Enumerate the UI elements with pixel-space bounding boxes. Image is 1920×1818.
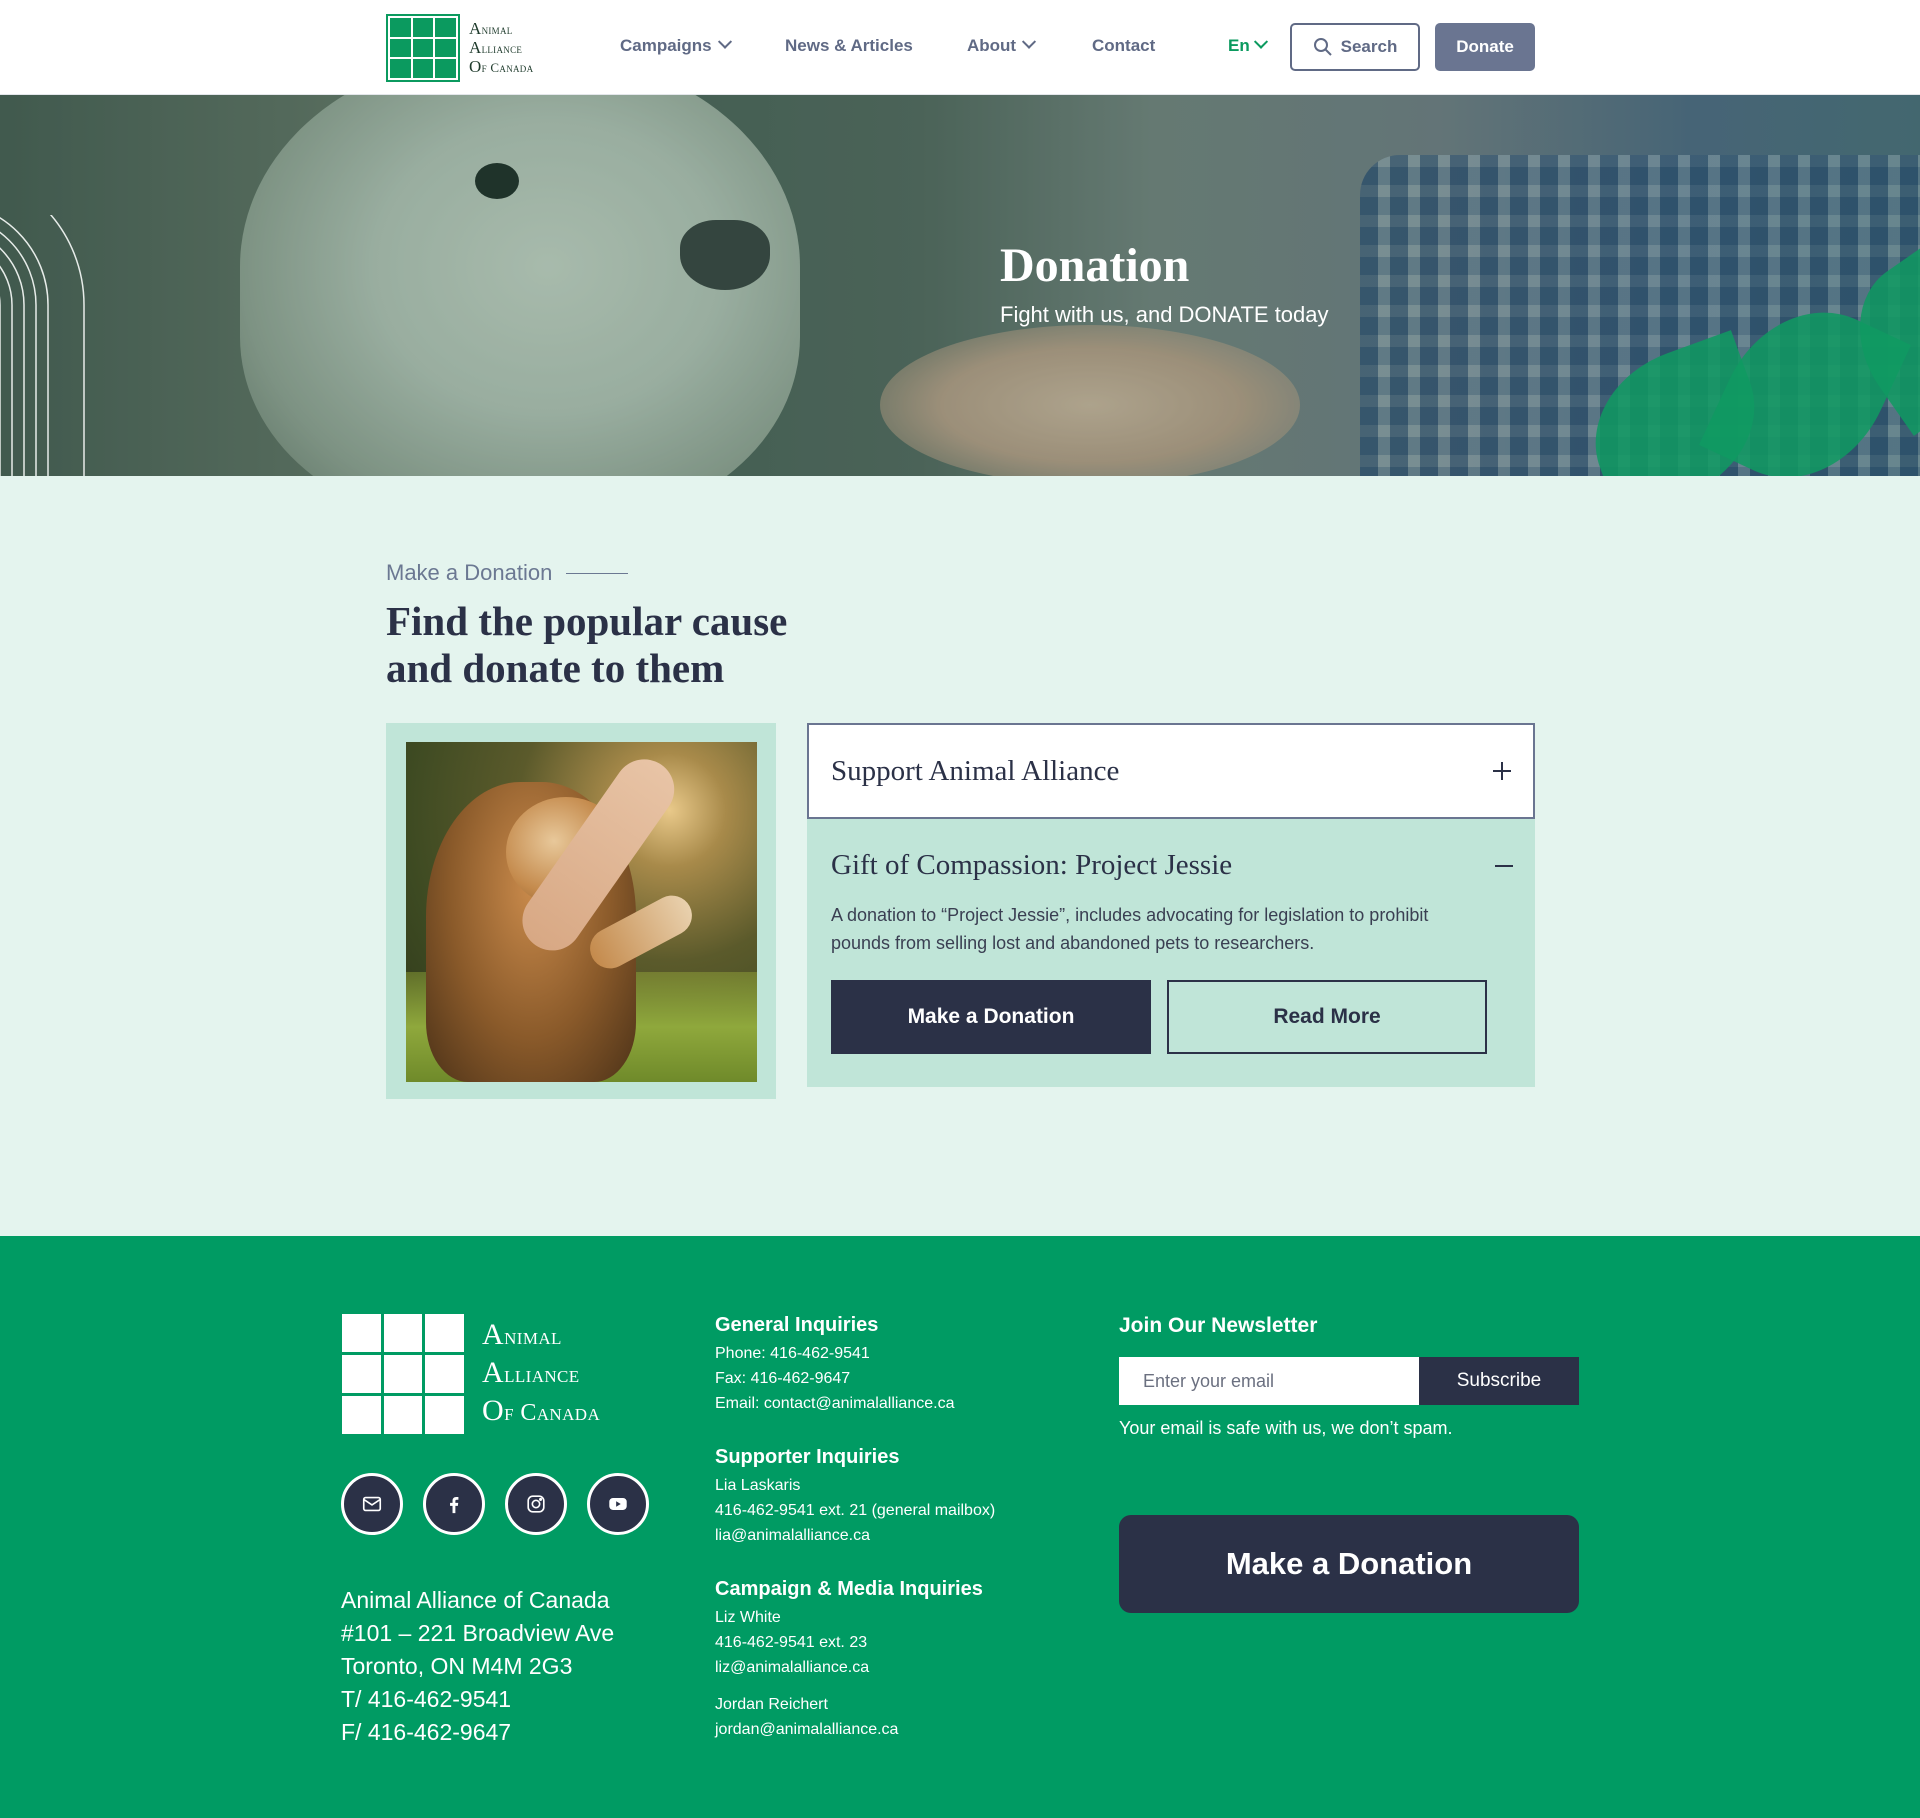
contact-name: Jordan Reichert xyxy=(715,1696,828,1713)
cause-photo xyxy=(406,742,757,1082)
eyebrow-label: Make a Donation xyxy=(386,560,553,585)
address-fax: F/ 416-462-9647 xyxy=(341,1719,512,1745)
search-button[interactable]: Search xyxy=(1290,23,1420,71)
search-label: Search xyxy=(1340,37,1398,56)
footer-donate-button[interactable]: Make a Donation xyxy=(1119,1515,1579,1613)
site-logo[interactable]: Animal Alliance Of Canada xyxy=(386,14,533,82)
contact-phone: 416-462-9541 ext. 21 (general mailbox) xyxy=(715,1502,996,1519)
hero-subtitle: Fight with us, and DONATE today xyxy=(1000,302,1329,327)
address-line: Animal Alliance of Canada xyxy=(341,1587,610,1613)
chevron-down-icon xyxy=(1022,34,1037,49)
accordion-item-support[interactable]: Support Animal Alliance xyxy=(807,723,1535,819)
chevron-down-icon xyxy=(717,34,732,49)
make-donation-button[interactable]: Make a Donation xyxy=(831,980,1151,1054)
address-phone: T/ 416-462-9541 xyxy=(341,1686,512,1712)
address-line: Toronto, ON M4M 2G3 xyxy=(341,1653,573,1679)
general-inquiries: General Inquiries Phone: 416-462-9541 Fa… xyxy=(715,1314,1075,1416)
footer-logo[interactable]: Animal Alliance Of Canada xyxy=(342,1314,600,1434)
social-youtube-link[interactable] xyxy=(587,1473,649,1535)
campaign-media-inquiries: Campaign & Media Inquiries Liz White 416… xyxy=(715,1578,1075,1742)
subscribe-button[interactable]: Subscribe xyxy=(1419,1357,1579,1405)
footer-contacts: General Inquiries Phone: 416-462-9541 Fa… xyxy=(715,1314,1075,1772)
nav-campaigns[interactable]: Campaigns xyxy=(620,34,732,56)
accordion-title: Gift of Compassion: Project Jessie xyxy=(831,849,1233,881)
contact-phone: 416-462-9541 ext. 23 xyxy=(715,1634,868,1651)
footer-logo-wordmark: Animal Alliance Of Canada xyxy=(482,1317,600,1431)
nav-label: News & Articles xyxy=(785,36,913,55)
logo-line: Of Canada xyxy=(482,1394,601,1427)
nav-news-articles[interactable]: News & Articles xyxy=(785,36,913,56)
logo-mark-icon xyxy=(386,14,460,82)
site-footer: Animal Alliance Of Canada Animal Allianc… xyxy=(0,1236,1920,1818)
contact-email-link[interactable]: lia@animalalliance.ca xyxy=(715,1523,1075,1548)
logo-line: Alliance xyxy=(482,1356,580,1389)
language-label: En xyxy=(1228,36,1250,55)
nav-label: Campaigns xyxy=(620,36,712,55)
contact-email-link[interactable]: jordan@animalalliance.ca xyxy=(715,1717,1075,1742)
supporter-inquiries: Supporter Inquiries Lia Laskaris 416-462… xyxy=(715,1446,1075,1548)
section-eyebrow: Make a Donation xyxy=(386,560,628,586)
logo-line: Animal xyxy=(469,18,513,38)
nav-label: About xyxy=(967,36,1017,55)
hero-banner: Donation Fight with us, and DONATE today xyxy=(0,95,1920,476)
social-facebook-link[interactable] xyxy=(423,1473,485,1535)
newsletter-email-input[interactable] xyxy=(1119,1357,1419,1405)
logo-wordmark: Animal Alliance Of Canada xyxy=(469,18,534,77)
accordion-item-project-jessie: Gift of Compassion: Project Jessie A don… xyxy=(807,819,1535,1087)
nav-contact[interactable]: Contact xyxy=(1092,36,1155,56)
logo-mark-icon xyxy=(342,1314,464,1434)
nav-about[interactable]: About xyxy=(967,34,1037,56)
social-links xyxy=(341,1473,649,1535)
arc-decoration xyxy=(0,215,85,476)
facebook-icon xyxy=(450,1496,459,1514)
contact-heading: Campaign & Media Inquiries xyxy=(715,1578,983,1600)
language-selector[interactable]: En xyxy=(1228,34,1268,56)
section-title: Find the popular cause and donate to the… xyxy=(386,598,788,691)
contact-email-link[interactable]: Email: contact@animalalliance.ca xyxy=(715,1391,1075,1416)
chevron-down-icon xyxy=(1253,34,1268,49)
header-donate-button[interactable]: Donate xyxy=(1435,23,1535,71)
newsletter-heading: Join Our Newsletter xyxy=(1119,1314,1318,1337)
social-mail-link[interactable] xyxy=(341,1473,403,1535)
logo-line: Animal xyxy=(482,1318,562,1351)
site-header: Animal Alliance Of Canada Campaigns News… xyxy=(0,0,1920,95)
newsletter-form: Subscribe xyxy=(1119,1357,1579,1405)
contact-email-link[interactable]: liz@animalalliance.ca xyxy=(715,1655,1075,1680)
instagram-icon xyxy=(527,1495,545,1513)
nav-label: Contact xyxy=(1092,36,1156,55)
contact-spacer xyxy=(715,1680,1075,1692)
newsletter-signup: Join Our Newsletter Subscribe Your email… xyxy=(1119,1314,1579,1438)
accordion-header[interactable]: Gift of Compassion: Project Jessie xyxy=(831,849,1513,882)
youtube-icon xyxy=(609,1498,627,1510)
logo-line: Of Canada xyxy=(469,56,534,76)
accordion-title: Support Animal Alliance xyxy=(831,754,1120,787)
logo-line: Alliance xyxy=(469,37,523,57)
footer-address: Animal Alliance of Canada #101 – 221 Bro… xyxy=(341,1584,614,1749)
cause-photo-frame xyxy=(386,723,776,1099)
read-more-button[interactable]: Read More xyxy=(1167,980,1487,1054)
accordion-description: A donation to “Project Jessie”, includes… xyxy=(831,905,1429,953)
newsletter-note: Your email is safe with us, we don’t spa… xyxy=(1119,1418,1453,1438)
address-line: #101 – 221 Broadview Ave xyxy=(341,1620,615,1646)
contact-heading: Supporter Inquiries xyxy=(715,1446,900,1468)
contact-heading: General Inquiries xyxy=(715,1314,879,1336)
hero-title: Donation xyxy=(1000,239,1190,292)
contact-fax: Fax: 416-462-9647 xyxy=(715,1370,851,1387)
social-instagram-link[interactable] xyxy=(505,1473,567,1535)
contact-phone: Phone: 416-462-9541 xyxy=(715,1345,870,1362)
minus-icon[interactable] xyxy=(1495,864,1513,867)
plus-icon[interactable] xyxy=(1493,762,1511,780)
contact-name: Liz White xyxy=(715,1609,781,1626)
contact-name: Lia Laskaris xyxy=(715,1477,801,1494)
mail-icon xyxy=(362,1496,382,1512)
search-icon xyxy=(1313,38,1332,56)
